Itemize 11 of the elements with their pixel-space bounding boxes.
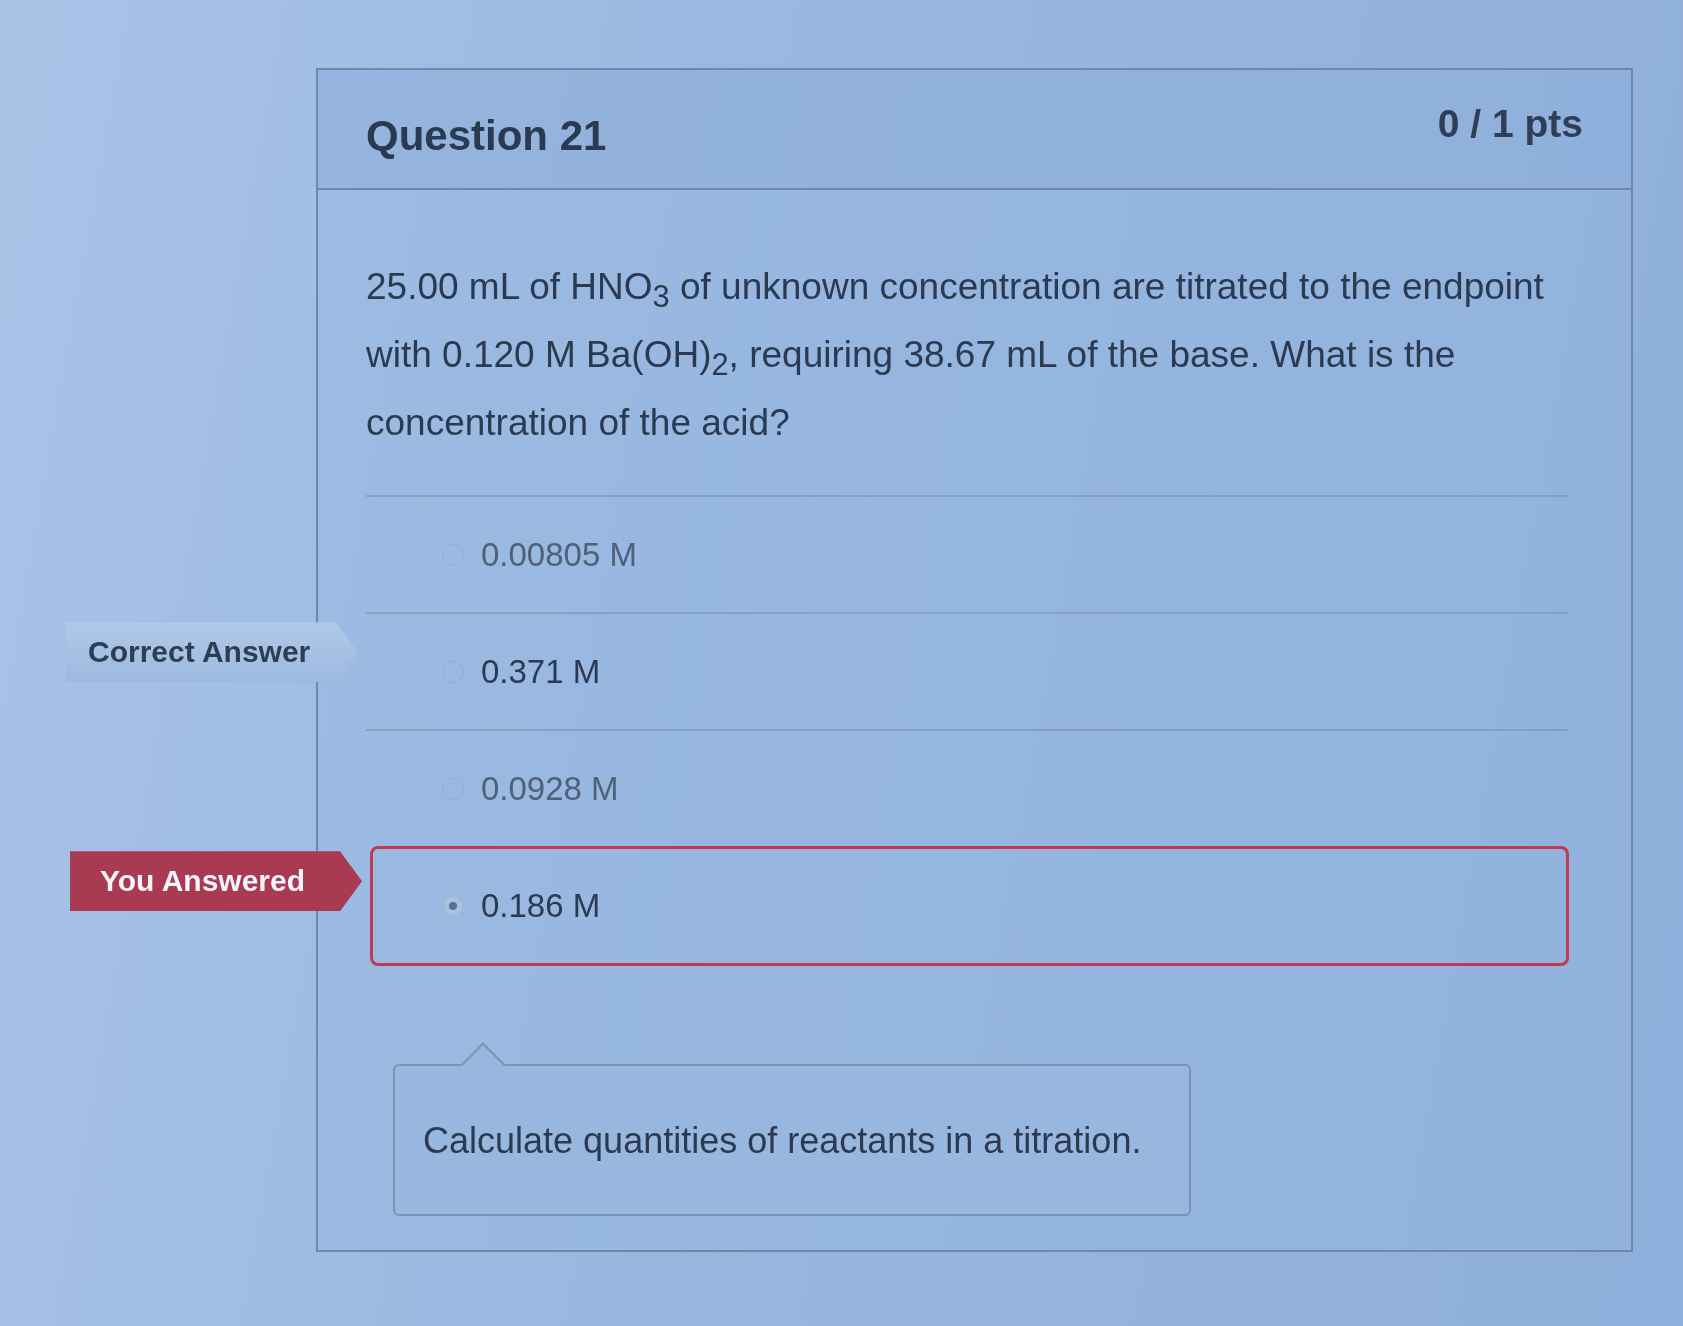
- question-text: 25.00 mL of HNO$_{3}$ of unknown concentration are titrated to the endpoint with 0.120 M Ba(OH)$_{2}$, requiring 38.67 mL of the base. What is the concentration of the acid?: [366, 265, 1545, 445]
- you-answered-tag: You Answered: [70, 851, 362, 912]
- answer-option-text: 0.371 M: [481, 652, 601, 691]
- correct-answer-tag: Correct Answer: [66, 622, 358, 683]
- answer-option-text: 0.186 M: [481, 887, 601, 926]
- points-score: 0 / 1 pts: [1437, 102, 1583, 146]
- question-title: Question 21: [366, 112, 607, 160]
- feedback-comment-box: Calculate quantities of reactants in a titration.: [393, 1042, 1191, 1217]
- answer-option-text: 0.00805 M: [481, 535, 637, 574]
- answer-option-text: 0.0928 M: [481, 769, 619, 808]
- radio-button[interactable]: [442, 895, 464, 918]
